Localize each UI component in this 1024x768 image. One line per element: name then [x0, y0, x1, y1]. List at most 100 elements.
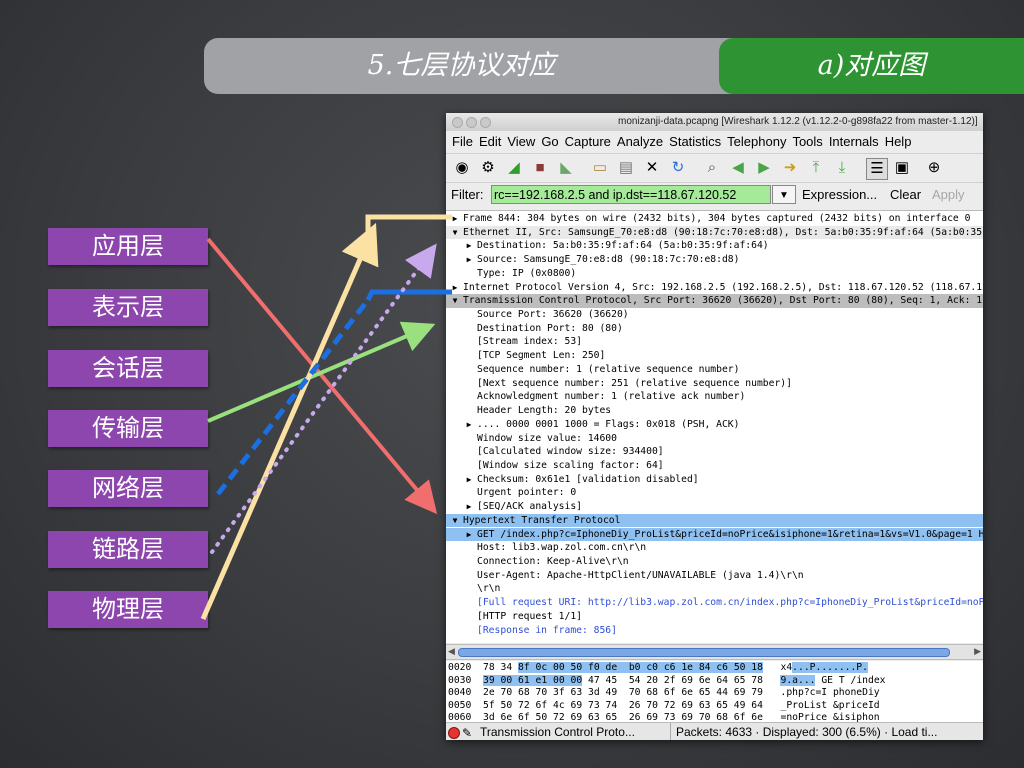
first-packet-icon[interactable]: ⤒: [806, 158, 826, 178]
tree-row[interactable]: [Full request URI: http://lib3.wap.zol.c…: [446, 596, 983, 610]
tree-row[interactable]: Type: IP (0x0800): [446, 267, 983, 281]
reload-icon[interactable]: ↻: [668, 158, 688, 178]
tree-row[interactable]: Sequence number: 1 (relative sequence nu…: [446, 363, 983, 377]
tree-row-text: Connection: Keep-Alive\r\n: [477, 556, 629, 567]
menu-analyze[interactable]: Analyze: [617, 134, 663, 149]
expression-button[interactable]: Expression...: [802, 187, 877, 202]
packet-bytes-pane[interactable]: 0020 78 34 8f 0c 00 50 f0 de b0 c0 c6 1e…: [446, 661, 983, 723]
tree-row[interactable]: ▼ Ethernet II, Src: SamsungE_70:e8:d8 (90…: [446, 225, 983, 240]
colorize-icon[interactable]: ☰: [866, 158, 888, 180]
minimize-window-button[interactable]: [466, 117, 477, 128]
restart-capture-icon[interactable]: ◣: [556, 158, 576, 178]
tree-row[interactable]: ▶ Frame 844: 304 bytes on wire (2432 bits…: [446, 212, 983, 226]
scroll-right-icon[interactable]: ▶: [974, 646, 981, 657]
interface-list-icon[interactable]: ◉: [452, 158, 472, 178]
tree-row[interactable]: [Next sequence number: 251 (relative seq…: [446, 377, 983, 391]
tree-row[interactable]: Destination Port: 80 (80): [446, 322, 983, 336]
tree-row[interactable]: [Calculated window size: 934400]: [446, 445, 983, 459]
tree-row-text: [Window size scaling factor: 64]: [477, 459, 664, 471]
window-controls[interactable]: [452, 117, 494, 131]
collapsed-triangle-icon[interactable]: ▶: [464, 473, 474, 487]
tree-row[interactable]: [Response in frame: 856]: [446, 624, 983, 638]
open-file-icon[interactable]: ▭: [590, 158, 610, 178]
close-window-button[interactable]: [452, 117, 463, 128]
horizontal-scrollbar[interactable]: ◀ ▶: [446, 644, 983, 660]
tree-row-text: Type: IP (0x0800): [477, 267, 577, 279]
zoom-in-icon[interactable]: ⊕: [924, 158, 944, 178]
go-forward-icon[interactable]: ▶: [754, 158, 774, 178]
tree-row[interactable]: ▶ GET /index.php?c=IphoneDiy_ProList&pric…: [446, 527, 983, 542]
tree-row[interactable]: Window size value: 14600: [446, 432, 983, 446]
zoom-window-button[interactable]: [480, 117, 491, 128]
expert-info-icon[interactable]: [448, 727, 460, 739]
collapsed-triangle-icon[interactable]: ▶: [464, 239, 474, 253]
auto-scroll-icon[interactable]: ▣: [892, 158, 912, 178]
clear-button[interactable]: Clear: [890, 187, 921, 202]
apply-button[interactable]: Apply: [932, 187, 965, 202]
hex-row: 0050 5f 50 72 6f 4c 69 73 74 26 70 72 69…: [448, 700, 880, 712]
collapsed-triangle-icon[interactable]: ▶: [464, 418, 474, 432]
collapsed-triangle-icon[interactable]: ▶: [464, 528, 474, 542]
tree-row[interactable]: Source Port: 36620 (36620): [446, 308, 983, 322]
scrollbar-thumb[interactable]: [458, 648, 950, 657]
tree-row[interactable]: ▼ Hypertext Transfer Protocol: [446, 513, 983, 528]
expanded-triangle-icon[interactable]: ▼: [450, 514, 460, 528]
tree-row[interactable]: [TCP Segment Len: 250]: [446, 349, 983, 363]
layer-transport: 传输层: [48, 410, 208, 447]
save-file-icon[interactable]: ▤: [616, 158, 636, 178]
collapsed-triangle-icon[interactable]: ▶: [464, 500, 474, 514]
tree-row[interactable]: Urgent pointer: 0: [446, 486, 983, 500]
menu-telephony[interactable]: Telephony: [727, 134, 786, 149]
display-filter-input[interactable]: rc==192.168.2.5 and ip.dst==118.67.120.5…: [491, 185, 771, 204]
stop-capture-icon[interactable]: ■: [530, 158, 550, 178]
tree-row[interactable]: ▶ Source: SamsungE_70:e8:d8 (90:18:7c:70:…: [446, 253, 983, 267]
tree-row-text: [Next sequence number: 251 (relative seq…: [477, 377, 792, 389]
tree-row[interactable]: ▶ [SEQ/ACK analysis]: [446, 500, 983, 514]
find-packet-icon[interactable]: ⌕: [702, 158, 722, 178]
collapsed-triangle-icon[interactable]: ▶: [464, 253, 474, 267]
tree-row-text: Checksum: 0x61e1 [validation disabled]: [477, 473, 699, 485]
hex-ascii-selected: ...P.......P.: [792, 662, 868, 673]
hex-offset: 0020: [448, 662, 472, 673]
tree-row[interactable]: Host: lib3.wap.zol.com.cn\r\n: [446, 541, 983, 555]
go-to-packet-icon[interactable]: ➜: [780, 158, 800, 178]
menu-tools[interactable]: Tools: [792, 134, 822, 149]
expanded-triangle-icon[interactable]: ▼: [450, 226, 460, 240]
tree-row[interactable]: ▶ Checksum: 0x61e1 [validation disabled]: [446, 473, 983, 487]
scroll-left-icon[interactable]: ◀: [448, 646, 455, 657]
packet-details-tree[interactable]: ▶ Frame 844: 304 bytes on wire (2432 bits…: [446, 210, 983, 643]
tree-row[interactable]: [Window size scaling factor: 64]: [446, 459, 983, 473]
last-packet-icon[interactable]: ⤓: [832, 158, 852, 178]
start-capture-icon[interactable]: ◢: [504, 158, 524, 178]
expanded-triangle-icon[interactable]: ▼: [450, 294, 460, 308]
menu-view[interactable]: View: [507, 134, 535, 149]
menu-statistics[interactable]: Statistics: [669, 134, 721, 149]
close-file-icon[interactable]: ✕: [642, 158, 662, 178]
tree-row[interactable]: Header Length: 20 bytes: [446, 404, 983, 418]
layer-network: 网络层: [48, 470, 208, 507]
menu-file[interactable]: File: [452, 134, 473, 149]
menu-internals[interactable]: Internals: [829, 134, 879, 149]
collapsed-triangle-icon[interactable]: ▶: [450, 212, 460, 226]
tree-row[interactable]: Acknowledgment number: 1 (relative ack n…: [446, 390, 983, 404]
tree-row[interactable]: Connection: Keep-Alive\r\n: [446, 555, 983, 569]
tree-row[interactable]: ▼ Transmission Control Protocol, Src Port…: [446, 294, 983, 308]
collapsed-triangle-icon[interactable]: ▶: [450, 281, 460, 295]
capture-options-icon[interactable]: ⚙: [478, 158, 498, 178]
tree-row[interactable]: ▶.... 0000 0001 1000 = Flags: 0x018 (PSH…: [446, 418, 983, 432]
edit-comment-icon[interactable]: ✎: [462, 724, 472, 740]
hex-row: 0020 78 34 8f 0c 00 50 f0 de b0 c0 c6 1e…: [448, 662, 868, 674]
menu-capture[interactable]: Capture: [565, 134, 611, 149]
chevron-down-icon[interactable]: ▼: [772, 185, 796, 204]
go-back-icon[interactable]: ◀: [728, 158, 748, 178]
tree-row[interactable]: [HTTP request 1/1]: [446, 610, 983, 624]
tree-row[interactable]: User-Agent: Apache-HttpClient/UNAVAILABL…: [446, 569, 983, 583]
menu-edit[interactable]: Edit: [479, 134, 501, 149]
menu-help[interactable]: Help: [885, 134, 912, 149]
tree-row[interactable]: ▶ Destination: 5a:b0:35:9f:af:64 (5a:b0:3…: [446, 239, 983, 253]
menu-go[interactable]: Go: [541, 134, 558, 149]
wireshark-window: monizanji-data.pcapng [Wireshark 1.12.2 …: [446, 113, 983, 740]
tree-row[interactable]: \r\n: [446, 582, 983, 596]
tree-row[interactable]: ▶ Internet Protocol Version 4, Src: 192.1…: [446, 281, 983, 295]
tree-row[interactable]: [Stream index: 53]: [446, 335, 983, 349]
